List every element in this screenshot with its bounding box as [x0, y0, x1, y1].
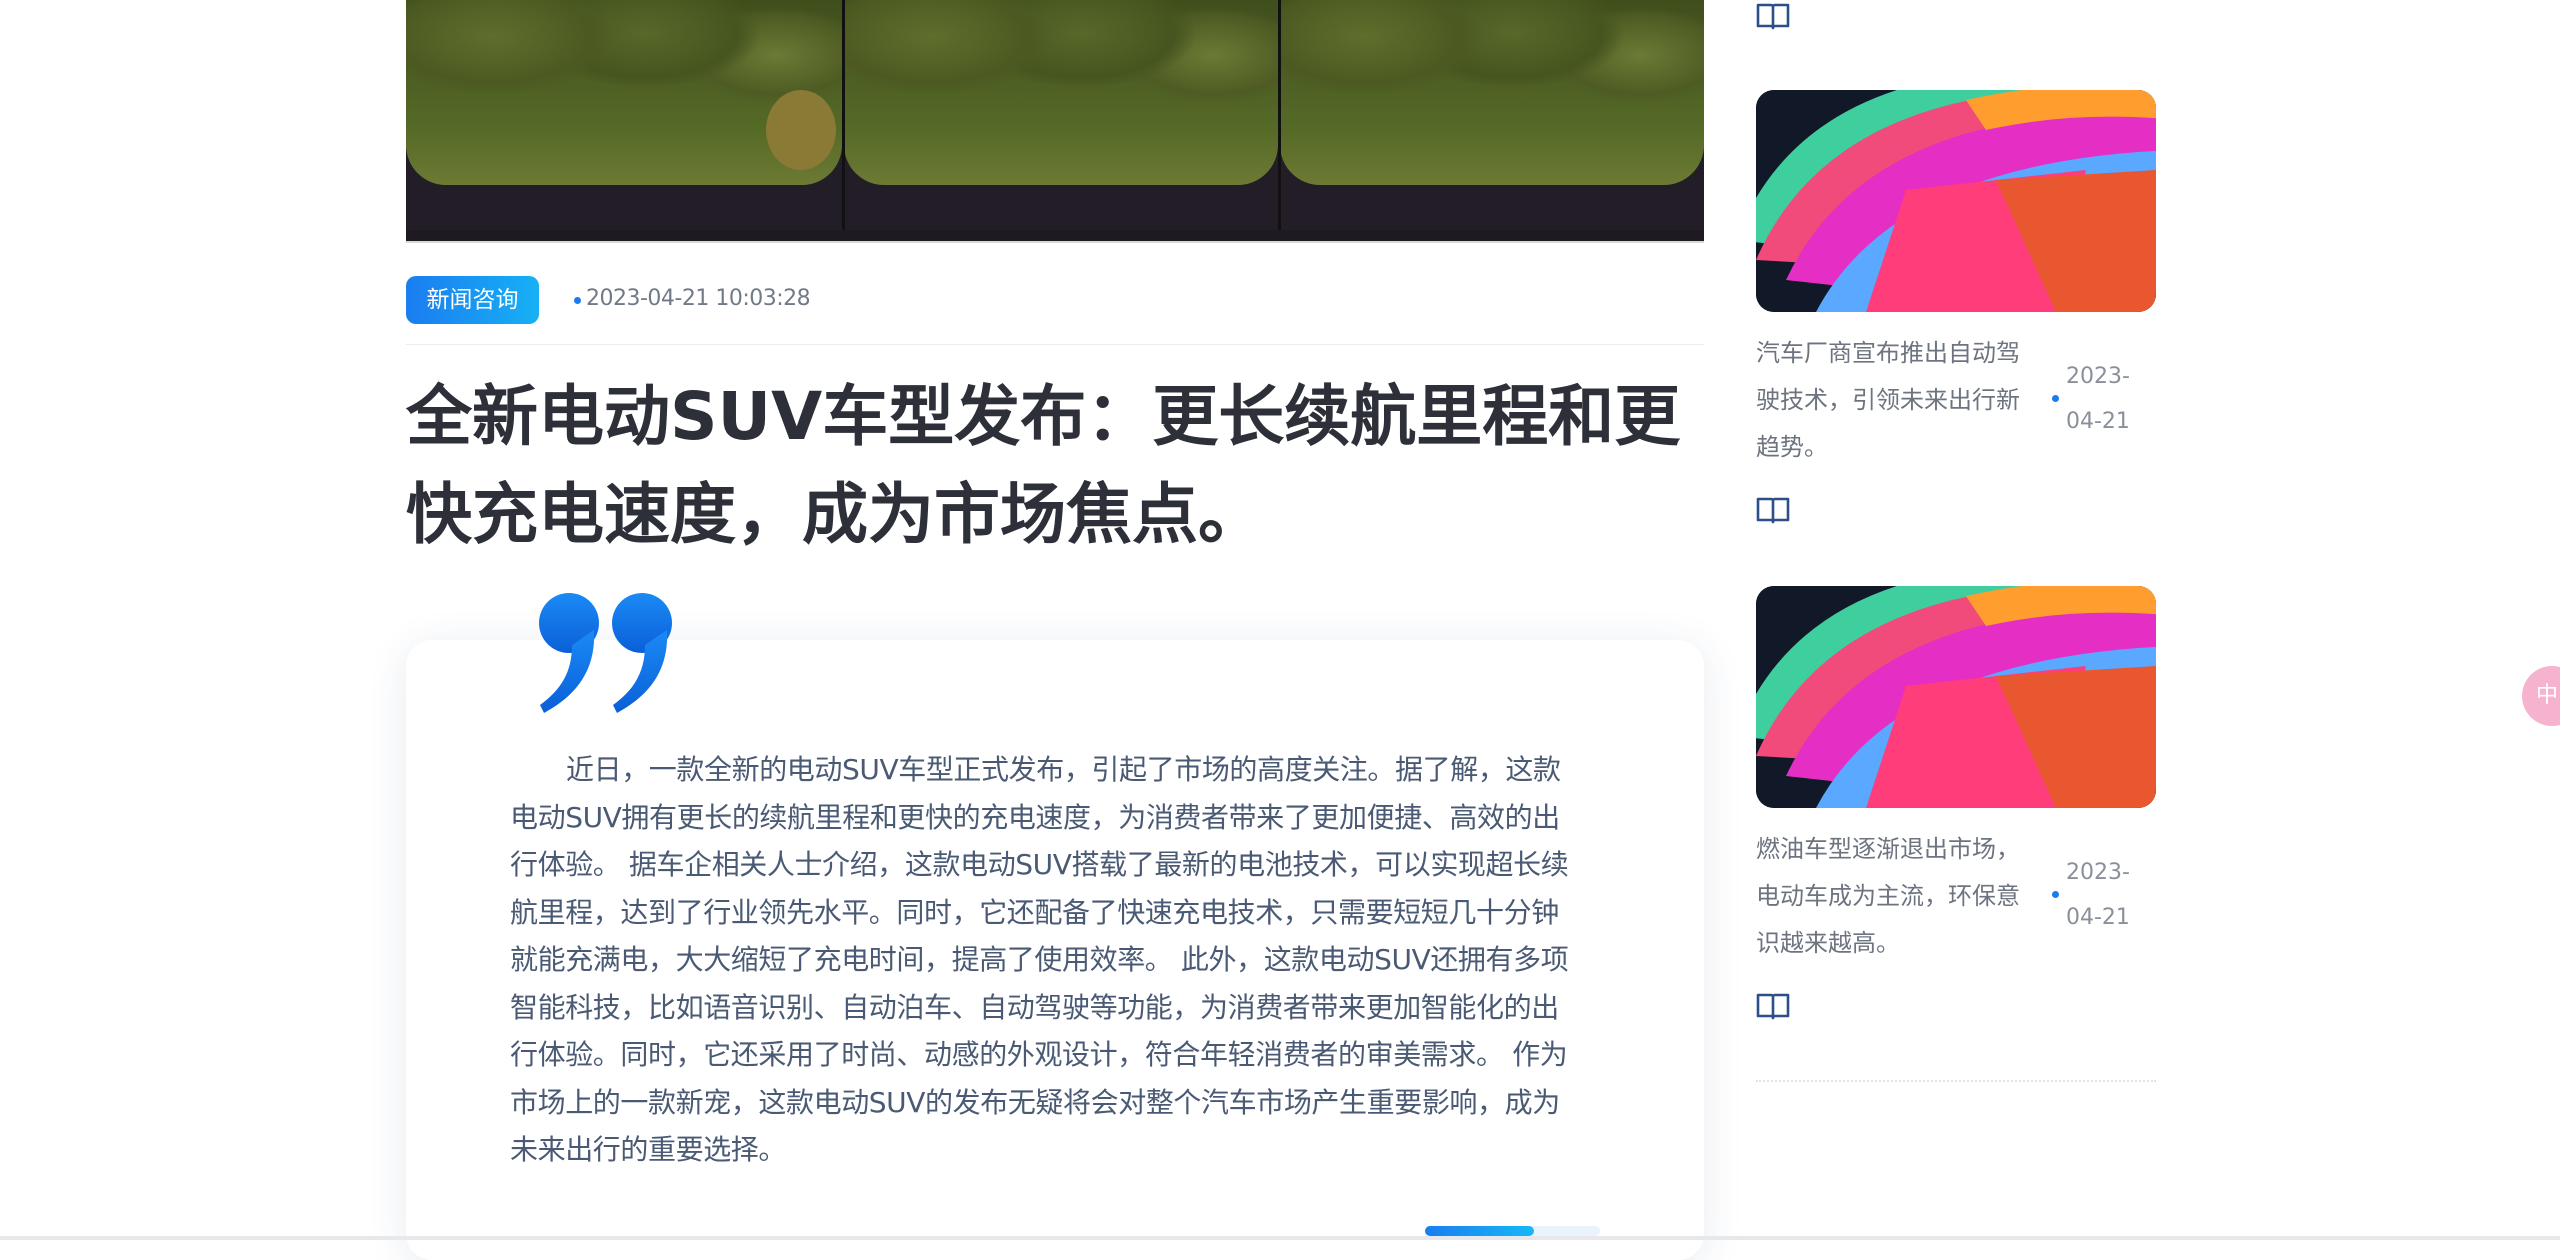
reading-progress-fill	[1425, 1226, 1534, 1236]
quote-mark-icon	[539, 593, 672, 713]
book-icon[interactable]	[1756, 2, 1790, 30]
date-dot	[574, 297, 581, 304]
book-icon[interactable]	[1756, 992, 1790, 1020]
language-switch-button[interactable]: 中	[2522, 666, 2560, 726]
sidebar-item-thumbnail[interactable]	[1756, 90, 2156, 312]
article-hero-image	[406, 0, 1704, 243]
meta-divider	[406, 344, 1704, 345]
sidebar-item-title[interactable]: 汽车厂商宣布推出自动驾驶技术，引领未来出行新趋势。	[1756, 330, 2036, 471]
hero-panel-left	[406, 0, 842, 230]
sidebar-item-title[interactable]: 燃油车型逐渐退出市场，电动车成为主流，环保意识越来越高。	[1756, 826, 2036, 967]
hero-panel-middle	[844, 0, 1278, 230]
page-bottom-border	[0, 1236, 2560, 1240]
sidebar-divider	[1756, 1080, 2156, 1082]
book-icon[interactable]	[1756, 496, 1790, 524]
hero-panel-right	[1280, 0, 1704, 230]
sidebar-item-thumbnail[interactable]	[1756, 586, 2156, 808]
reading-progress-bar	[1425, 1226, 1600, 1236]
article-meta: 新闻咨询 2023-04-21 10:03:28	[406, 276, 1704, 324]
publish-date: 2023-04-21 10:03:28	[586, 286, 811, 311]
sidebar-item-date: 2023-04-21	[2066, 364, 2130, 434]
date-dot	[2052, 395, 2059, 402]
category-tag[interactable]: 新闻咨询	[406, 276, 539, 324]
sidebar-item-date: 2023-04-21	[2066, 860, 2130, 930]
article-body-text: 近日，一款全新的电动SUV车型正式发布，引起了市场的高度关注。据了解，这款电动S…	[510, 753, 1569, 1166]
date-dot	[2052, 891, 2059, 898]
article-title: 全新电动SUV车型发布：更长续航里程和更快充电速度，成为市场焦点。	[406, 378, 1681, 553]
